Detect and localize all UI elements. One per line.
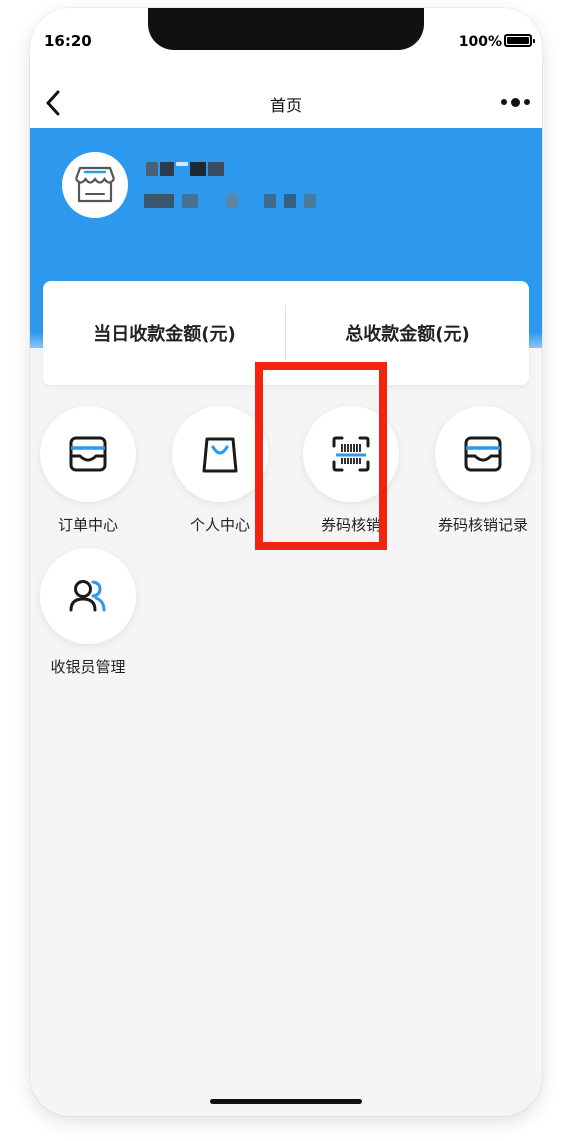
order-box-icon [69,436,107,472]
menu-icon-circle [40,548,136,644]
phone-frame: 16:20 100% 首页 当日收款金额(元) 总收款金额(元) 订单中心 个人… [30,8,542,1116]
menu-item-order-center[interactable]: 订单中心 [33,406,143,535]
redacted-block [146,162,158,176]
redacted-block [304,194,316,208]
users-icon [69,580,106,612]
redacted-block [176,162,188,166]
menu-label: 券码核销记录 [437,516,528,534]
redacted-block [284,194,296,208]
more-dot-icon [523,99,530,105]
status-bar: 16:20 100% [30,8,542,76]
more-dot-icon [510,97,520,107]
shop-info-redacted [144,194,316,208]
navbar: 首页 [30,76,542,128]
battery-icon [504,34,535,47]
more-button[interactable] [498,93,532,111]
status-time: 16:20 [44,32,92,50]
today-revenue-label[interactable]: 当日收款金额(元) [43,281,286,385]
menu-icon-circle [435,406,531,502]
shopping-bag-icon [202,437,238,473]
menu-icon-circle [40,406,136,502]
redacted-block [208,162,224,176]
order-box-icon [464,436,502,472]
menu-label: 收银员管理 [50,658,126,676]
redacted-block [264,194,276,208]
menu-label: 个人中心 [189,516,250,534]
battery-percent: 100% [458,34,502,50]
menu-icon-circle [172,406,268,502]
shop-avatar [62,152,128,218]
redacted-block [226,194,238,208]
menu-label: 订单中心 [57,516,118,534]
device-notch [148,8,424,50]
redacted-block [144,194,174,208]
redacted-block [182,194,198,208]
more-dot-icon [500,99,507,105]
menu-item-cashier-management[interactable]: 收银员管理 [33,548,143,677]
redacted-block [190,162,206,176]
home-indicator[interactable] [210,1099,362,1104]
menu-item-coupon-verify-records[interactable]: 券码核销记录 [428,406,538,535]
page-title: 首页 [269,96,302,115]
highlight-annotation [255,362,387,550]
shop-name-redacted [146,162,224,176]
store-icon [74,166,116,203]
redacted-block [160,162,174,176]
